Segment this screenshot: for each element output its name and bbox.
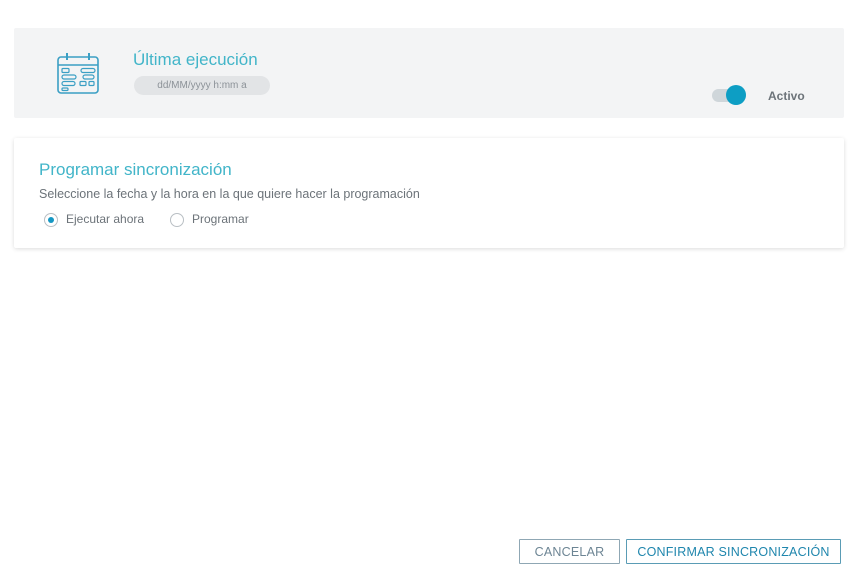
active-toggle-label: Activo	[768, 89, 805, 103]
schedule-title: Programar sincronización	[39, 160, 232, 179]
radio-schedule-indicator[interactable]	[170, 213, 184, 227]
cancel-button[interactable]: CANCELAR	[519, 539, 620, 564]
schedule-sync-card: Programar sincronización Seleccione la f…	[14, 138, 844, 248]
radio-schedule-label[interactable]: Programar	[192, 212, 249, 226]
schedule-description: Seleccione la fecha y la hora en la que …	[39, 187, 420, 201]
last-run-title: Última ejecución	[133, 50, 258, 69]
confirm-sync-button[interactable]: CONFIRMAR SINCRONIZACIÓN	[626, 539, 841, 564]
radio-run-now-indicator[interactable]	[44, 213, 58, 227]
calendar-icon	[57, 53, 99, 94]
toggle-knob	[726, 85, 746, 105]
last-run-card: Última ejecución dd/MM/yyyy h:mm a Activ…	[14, 28, 844, 118]
last-run-date: dd/MM/yyyy h:mm a	[134, 76, 270, 95]
radio-run-now-label[interactable]: Ejecutar ahora	[66, 212, 144, 226]
active-toggle[interactable]	[712, 83, 750, 107]
